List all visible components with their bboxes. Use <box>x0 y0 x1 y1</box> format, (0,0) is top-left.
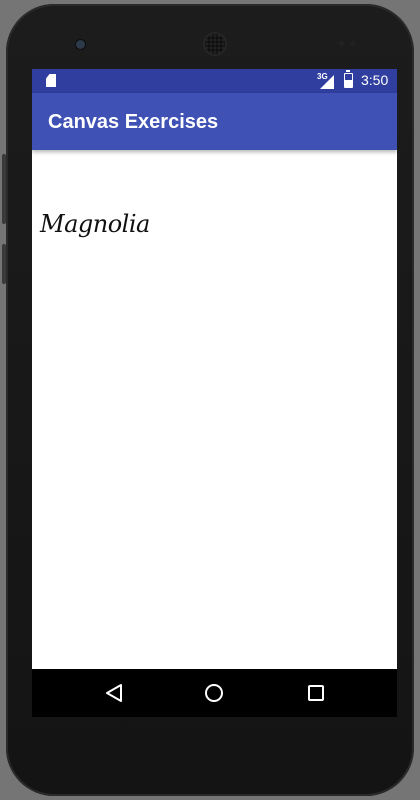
navigation-bar <box>32 669 397 717</box>
phone-frame: 3G 3:50 Canvas Exercises Magnolia <box>2 4 414 796</box>
home-button[interactable] <box>202 681 226 705</box>
earpiece-speaker <box>205 34 225 54</box>
home-icon <box>205 684 223 702</box>
sd-card-icon <box>46 74 56 87</box>
battery-icon <box>344 70 353 88</box>
canvas-text: Magnolia <box>40 210 150 238</box>
back-button[interactable] <box>102 681 126 705</box>
front-camera <box>76 40 85 49</box>
light-sensor <box>350 41 355 46</box>
recents-icon <box>308 685 324 701</box>
back-icon <box>106 684 122 702</box>
screen: 3G 3:50 Canvas Exercises Magnolia <box>32 69 397 717</box>
status-bar: 3G 3:50 <box>32 69 397 93</box>
power-button <box>2 154 6 224</box>
app-bar: Canvas Exercises <box>32 93 397 150</box>
network-type-label: 3G <box>317 72 328 81</box>
volume-button <box>2 244 6 284</box>
canvas-view[interactable]: Magnolia <box>32 150 397 669</box>
clock: 3:50 <box>361 72 389 88</box>
app-title: Canvas Exercises <box>48 111 219 133</box>
recents-button[interactable] <box>304 681 328 705</box>
proximity-sensor <box>339 41 344 46</box>
